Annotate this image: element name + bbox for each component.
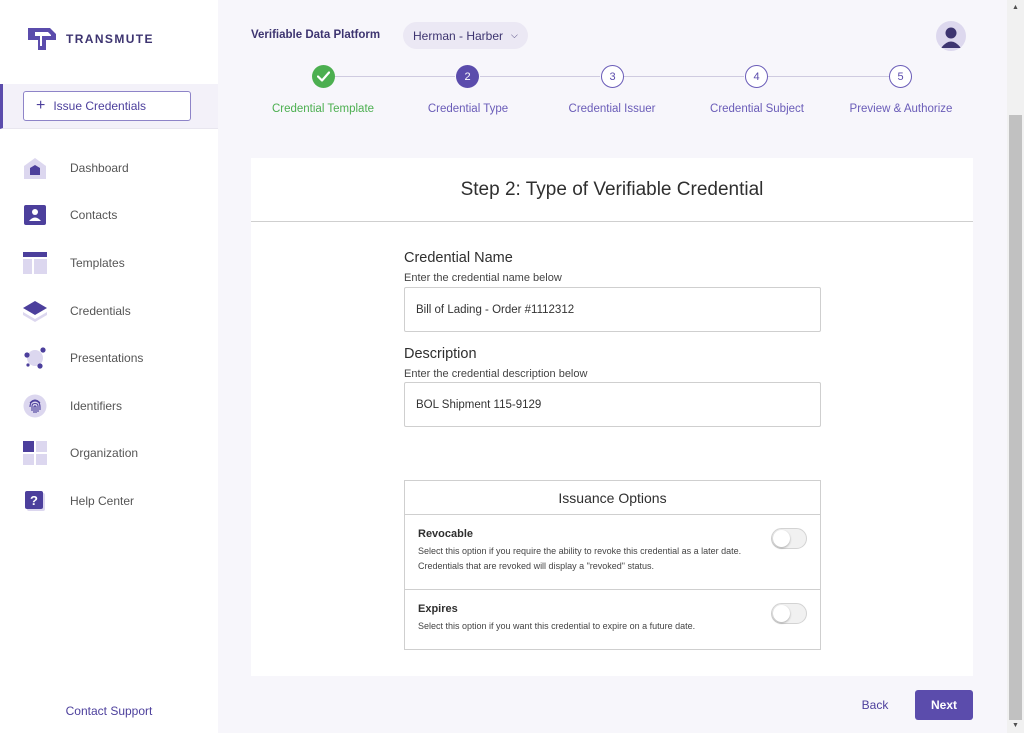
sidebar-item-label: Organization bbox=[70, 446, 139, 461]
revocable-toggle[interactable] bbox=[771, 528, 807, 549]
option-title: Revocable bbox=[418, 528, 474, 540]
expires-toggle[interactable] bbox=[771, 603, 807, 624]
step-2-label: Credential Type bbox=[427, 103, 509, 115]
option-description: Select this option if you want this cred… bbox=[418, 621, 696, 631]
sidebar-item-dashboard[interactable]: Dashboard bbox=[0, 144, 218, 192]
credential-name-help: Enter the credential name below bbox=[404, 272, 562, 284]
sidebar: TRANSMUTE + Issue Credentials Dashboard … bbox=[0, 0, 218, 733]
toggle-knob bbox=[773, 605, 790, 622]
plus-icon: + bbox=[36, 97, 46, 114]
step-3-circle[interactable]: 3 bbox=[601, 65, 624, 88]
sidebar-item-label: Credentials bbox=[70, 303, 131, 318]
step-2-circle[interactable]: 2 bbox=[456, 65, 479, 88]
sidebar-item-label: Dashboard bbox=[70, 160, 129, 175]
step-4-circle[interactable]: 4 bbox=[745, 65, 768, 88]
scroll-up-arrow-icon[interactable]: ▲ bbox=[1007, 0, 1024, 15]
option-title: Expires bbox=[418, 603, 458, 615]
description-input[interactable]: BOL Shipment 115-9129 bbox=[404, 382, 821, 427]
step-5-label: Preview & Authorize bbox=[849, 103, 953, 115]
template-icon bbox=[22, 250, 48, 276]
issue-credentials-label: Issue Credentials bbox=[53, 99, 147, 113]
step-3-label: Credential Issuer bbox=[568, 103, 656, 115]
sidebar-item-credentials[interactable]: Credentials bbox=[0, 287, 218, 335]
sidebar-item-label: Presentations bbox=[70, 351, 144, 366]
user-icon bbox=[941, 27, 961, 48]
step-connector bbox=[624, 76, 744, 77]
sidebar-item-label: Templates bbox=[70, 255, 125, 270]
organization-selector-value: Herman - Harber bbox=[413, 28, 504, 43]
contact-support-link[interactable]: Contact Support bbox=[0, 704, 218, 718]
brand-name: TRANSMUTE bbox=[66, 32, 154, 46]
sidebar-item-organization[interactable]: Organization bbox=[0, 430, 218, 478]
presentations-icon bbox=[22, 345, 48, 371]
option-description: Select this option if you require the ab… bbox=[418, 546, 742, 571]
step-1-label: Credential Template bbox=[271, 103, 375, 115]
fingerprint-icon bbox=[22, 393, 48, 419]
next-button[interactable]: Next bbox=[915, 690, 973, 720]
option-expires: Expires Select this option if you want t… bbox=[405, 590, 820, 649]
sidebar-item-identifiers[interactable]: Identifiers bbox=[0, 382, 218, 430]
logo[interactable]: TRANSMUTE bbox=[26, 26, 154, 52]
step-1-circle[interactable] bbox=[312, 65, 335, 88]
help-icon: ? bbox=[22, 488, 48, 514]
step-title: Step 2: Type of Verifiable Credential bbox=[251, 158, 973, 222]
home-icon bbox=[22, 155, 48, 181]
step-connector bbox=[768, 76, 889, 77]
svg-text:?: ? bbox=[30, 493, 38, 508]
description-label: Description bbox=[404, 346, 477, 362]
sidebar-item-label: Help Center bbox=[70, 493, 135, 508]
description-help: Enter the credential description below bbox=[404, 368, 588, 380]
issuance-options: Issuance Options Revocable Select this o… bbox=[404, 480, 821, 650]
scroll-down-arrow-icon[interactable]: ▼ bbox=[1007, 718, 1024, 733]
checkmark-icon bbox=[317, 71, 330, 82]
issue-credentials-button[interactable]: + Issue Credentials bbox=[23, 91, 191, 121]
sidebar-item-help-center[interactable]: ? Help Center bbox=[0, 477, 218, 525]
scrollbar-thumb[interactable] bbox=[1009, 115, 1022, 720]
credential-name-label: Credential Name bbox=[404, 250, 513, 266]
step-connector bbox=[335, 76, 455, 77]
organization-grid-icon bbox=[22, 440, 48, 466]
contact-card-icon bbox=[22, 202, 48, 228]
toggle-knob bbox=[773, 530, 790, 547]
chevron-down-icon: ⌵ bbox=[511, 30, 518, 40]
issuance-options-title: Issuance Options bbox=[405, 481, 820, 515]
credential-type-card: Step 2: Type of Verifiable Credential Cr… bbox=[251, 158, 973, 676]
sidebar-nav: Dashboard Contacts Templates Credentials… bbox=[0, 144, 218, 525]
organization-selector[interactable]: Herman - Harber ⌵ bbox=[403, 22, 528, 49]
sidebar-item-contacts[interactable]: Contacts bbox=[0, 192, 218, 240]
user-avatar[interactable] bbox=[936, 21, 966, 51]
sidebar-item-presentations[interactable]: Presentations bbox=[0, 334, 218, 382]
step-4-label: Credential Subject bbox=[710, 103, 804, 115]
sidebar-item-label: Contacts bbox=[70, 208, 118, 223]
page-scrollbar[interactable]: ▲ ▼ bbox=[1007, 0, 1024, 733]
issue-credentials-section: + Issue Credentials bbox=[0, 84, 218, 129]
sidebar-item-label: Identifiers bbox=[70, 398, 123, 413]
credential-name-input[interactable]: Bill of Lading - Order #1112312 bbox=[404, 287, 821, 332]
option-revocable: Revocable Select this option if you requ… bbox=[405, 515, 820, 590]
sidebar-item-templates[interactable]: Templates bbox=[0, 239, 218, 287]
credentials-stack-icon bbox=[22, 298, 48, 324]
back-button[interactable]: Back bbox=[850, 690, 900, 720]
transmute-logo-icon bbox=[28, 28, 56, 50]
step-connector bbox=[480, 76, 600, 77]
step-5-circle[interactable]: 5 bbox=[889, 65, 912, 88]
platform-title: Verifiable Data Platform bbox=[251, 29, 381, 41]
